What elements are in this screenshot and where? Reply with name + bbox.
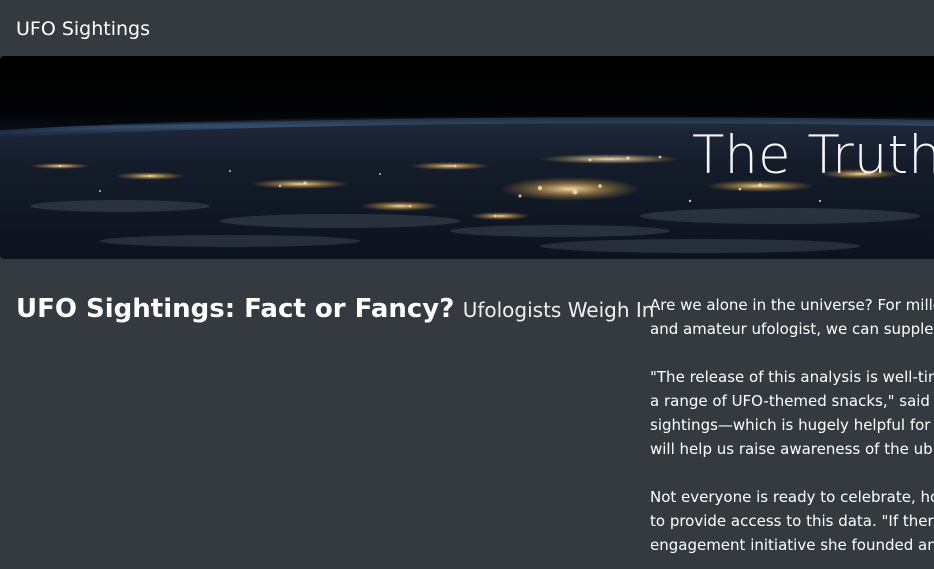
paragraph-line: Are we alone in the universe? For millen…	[650, 296, 934, 314]
hero-banner: The Truth I	[0, 56, 934, 259]
paragraph-line: sightings—which is hugely helpful for us	[650, 416, 934, 434]
paragraph-line: Not everyone is ready to celebrate, howe	[650, 488, 934, 506]
article-body: Are we alone in the universe? For millen…	[650, 293, 934, 569]
article-paragraph: "The release of this analysis is well-ti…	[650, 365, 934, 461]
paragraph-line: and amateur ufologist, we can suppleme	[650, 320, 934, 338]
paragraph-line: to provide access to this data. "If ther…	[650, 512, 934, 530]
paragraph-line: "The release of this analysis is well-ti…	[650, 368, 934, 386]
navbar-brand[interactable]: UFO Sightings	[16, 16, 150, 42]
article-paragraph: Not everyone is ready to celebrate, howe…	[650, 485, 934, 557]
headline-subtitle: Ufologists Weigh In	[462, 298, 655, 322]
paragraph-line: will help us raise awareness of the ubiq…	[650, 440, 934, 458]
main-content: UFO Sightings: Fact or Fancy? Ufologists…	[0, 259, 934, 569]
article-headline: UFO Sightings: Fact or Fancy? Ufologists…	[16, 292, 654, 327]
paragraph-line: engagement initiative she founded and f	[650, 536, 934, 554]
headline-main: UFO Sightings: Fact or Fancy?	[16, 294, 455, 324]
article-paragraph: Are we alone in the universe? For millen…	[650, 293, 934, 341]
hero-title: The Truth I	[692, 125, 934, 186]
navbar: UFO Sightings	[0, 0, 934, 56]
paragraph-line: a range of UFO-themed snacks," said Dr.	[650, 392, 934, 410]
